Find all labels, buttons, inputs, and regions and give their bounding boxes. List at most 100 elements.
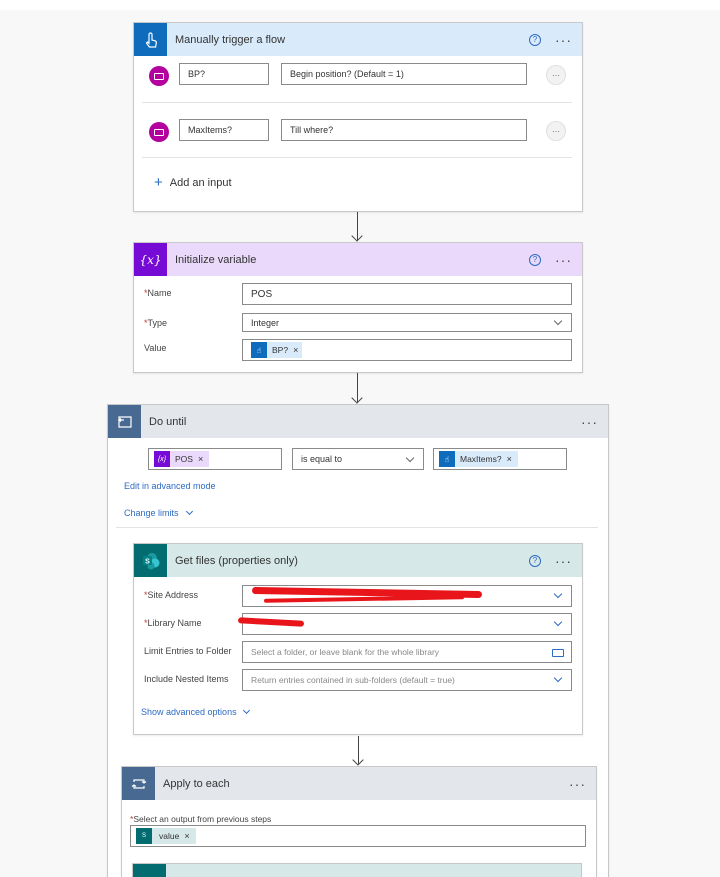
get-files-title: Get files (properties only) [175,554,298,567]
sharepoint-icon: S [134,544,167,577]
more-options-icon[interactable]: ··· [555,253,572,267]
apply-to-each-card: Apply to each ··· *Select an output from… [121,766,597,877]
add-input-button[interactable]: + Add an input [154,174,232,191]
divider [116,527,598,528]
chevron-down-icon [553,316,563,326]
nested-action-header [133,864,581,877]
more-options-icon[interactable]: ··· [555,554,572,568]
variable-value-field[interactable]: ☝ BP? × [242,339,572,361]
flow-arrow [351,373,364,404]
loop-icon [108,405,141,438]
show-advanced-label: Show advanced options [141,707,237,717]
initialize-variable-header[interactable]: {x} Initialize variable ? ··· [134,243,582,276]
plus-icon: + [154,174,163,191]
help-icon[interactable]: ? [529,33,541,46]
chevron-down-icon [553,617,563,627]
text-input-icon [149,122,169,142]
remove-token-icon[interactable]: × [293,345,298,355]
input-more-button[interactable]: ··· [546,65,566,85]
apply-to-each-title: Apply to each [163,777,230,790]
select-output-field[interactable]: S value × [130,825,586,847]
nested-items-select[interactable]: Return entries contained in sub-folders … [242,669,572,691]
limit-folder-field[interactable]: Select a folder, or leave blank for the … [242,641,572,663]
name-label: *Name [144,288,172,298]
flow-arrow [352,736,365,766]
initialize-variable-card: {x} Initialize variable ? ··· *Name POS … [133,242,583,373]
chevron-down-icon [185,507,193,516]
initialize-variable-title: Initialize variable [175,253,257,266]
remove-token-icon[interactable]: × [198,454,203,464]
apply-to-each-header[interactable]: Apply to each ··· [122,767,596,800]
library-name-label: *Library Name [144,618,202,628]
flow-arrow [351,212,364,242]
nested-items-label: Include Nested Items [144,674,229,684]
input-description-field[interactable]: Till where? [281,119,527,141]
change-limits-link[interactable]: Change limits [124,507,193,518]
remove-token-icon[interactable]: × [184,831,189,841]
limit-folder-label: Limit Entries to Folder [144,646,232,656]
trigger-title: Manually trigger a flow [175,33,286,46]
help-icon[interactable]: ? [529,554,541,567]
touch-icon: ☝ [439,451,455,467]
get-files-card: S Get files (properties only) ? ··· *Sit… [133,543,583,735]
condition-operator-select[interactable]: is equal to [292,448,424,470]
variable-icon: {x} [134,243,167,276]
nested-action-card[interactable] [132,863,582,877]
top-bar [0,0,720,10]
get-files-header[interactable]: S Get files (properties only) ? ··· [134,544,582,577]
touch-icon: ☝ [251,342,267,358]
type-label: *Type [144,318,168,328]
divider [142,157,572,158]
chevron-down-icon [553,673,563,683]
type-value: Integer [251,317,280,328]
condition-left-field[interactable]: {x} POS × [148,448,282,470]
select-output-label: *Select an output from previous steps [130,814,272,824]
token-label: value [159,831,180,841]
help-icon[interactable]: ? [529,253,541,266]
chevron-down-icon [242,706,250,715]
do-until-card: Do until ··· {x} POS × is equal to ☝ Max… [107,404,609,877]
input-more-button[interactable]: ··· [546,121,566,141]
chevron-down-icon [405,453,415,463]
more-options-icon[interactable]: ··· [581,415,598,429]
site-address-label: *Site Address [144,590,199,600]
input-name-field[interactable]: MaxItems? [179,119,269,141]
trigger-card: Manually trigger a flow ? ··· BP? Begin … [133,22,583,212]
repeat-icon [122,767,155,800]
text-input-icon [149,66,169,86]
add-input-label: Add an input [169,177,232,189]
touch-icon [134,23,167,56]
variable-type-select[interactable]: Integer [242,313,572,332]
variable-name-field[interactable]: POS [242,283,572,305]
remove-token-icon[interactable]: × [507,454,512,464]
chevron-down-icon [553,589,563,599]
pos-token[interactable]: {x} POS × [154,451,210,467]
sharepoint-icon [133,864,166,877]
change-limits-label: Change limits [124,508,179,518]
token-label: BP? [272,345,289,355]
value-label: Value [144,343,167,353]
token-label: MaxItems? [460,454,502,464]
token-label: POS [175,454,193,464]
divider [142,102,572,103]
variable-icon: {x} [154,451,170,467]
input-description-field[interactable]: Begin position? (Default = 1) [281,63,527,85]
svg-text:S: S [145,558,150,565]
show-advanced-options-link[interactable]: Show advanced options [141,706,250,717]
do-until-header[interactable]: Do until ··· [108,405,608,438]
value-token[interactable]: S value × [136,828,196,844]
maxitems-token[interactable]: ☝ MaxItems? × [439,451,518,467]
bp-token[interactable]: ☝ BP? × [251,342,303,358]
condition-right-field[interactable]: ☝ MaxItems? × [433,448,567,470]
nested-items-placeholder: Return entries contained in sub-folders … [251,675,455,685]
sharepoint-icon: S [136,828,152,844]
edit-advanced-mode-link[interactable]: Edit in advanced mode [124,481,216,491]
trigger-header[interactable]: Manually trigger a flow ? ··· [134,23,582,56]
more-options-icon[interactable]: ··· [569,777,586,791]
more-options-icon[interactable]: ··· [555,33,572,47]
do-until-title: Do until [149,415,187,428]
operator-value: is equal to [301,454,343,464]
limit-folder-placeholder: Select a folder, or leave blank for the … [251,647,440,657]
folder-icon[interactable] [552,649,564,657]
input-name-field[interactable]: BP? [179,63,269,85]
